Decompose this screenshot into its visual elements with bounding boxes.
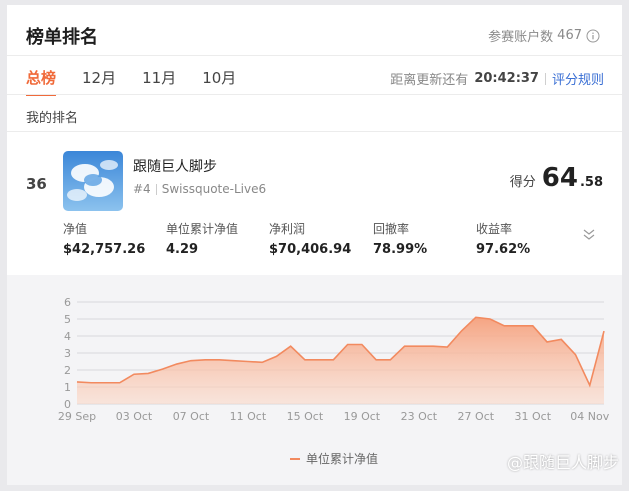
stat-drawdown: 回撤率 78.99% xyxy=(373,220,427,257)
chart-legend[interactable]: 单位累计净值 xyxy=(290,450,378,467)
update-countdown: 距离更新还有 20:42:37 评分规则 xyxy=(390,69,604,88)
tab-october[interactable]: 10月 xyxy=(202,67,236,96)
stat-label: 收益率 xyxy=(476,222,513,236)
stat-value: $70,406.94 xyxy=(269,242,352,257)
countdown-label: 距离更新还有 xyxy=(390,73,469,88)
score: 得分 64 .58 xyxy=(510,163,603,193)
ranking-panel: 榜单排名 参赛账户数 467 总榜 12月 11月 10月 距离更新还有 20:… xyxy=(7,5,622,485)
x-tick-label: 23 Oct xyxy=(401,410,438,423)
y-tick-label: 3 xyxy=(64,347,71,360)
chevron-down-icon[interactable] xyxy=(582,227,596,241)
stat-value: 78.99% xyxy=(373,242,428,257)
period-tabs: 总榜 12月 11月 10月 xyxy=(26,67,262,96)
stat-value: $42,757.26 xyxy=(63,242,146,257)
score-label: 得分 xyxy=(509,175,536,190)
tab-overall[interactable]: 总榜 xyxy=(26,67,57,96)
countdown-time: 20:42:37 xyxy=(474,71,539,86)
x-tick-label: 04 Nov xyxy=(570,410,609,423)
x-tick-label: 11 Oct xyxy=(230,410,267,423)
x-tick-label: 27 Oct xyxy=(458,410,495,423)
page-title: 榜单排名 xyxy=(26,27,98,48)
my-rank-label: 我的排名 xyxy=(26,111,79,126)
y-tick-label: 4 xyxy=(64,330,71,343)
tab-december[interactable]: 12月 xyxy=(82,67,116,96)
y-tick-label: 1 xyxy=(64,381,71,394)
watermark: @跟随巨人脚步 xyxy=(506,453,619,472)
trader-sub-separator xyxy=(155,183,157,195)
x-tick-label: 19 Oct xyxy=(344,410,381,423)
trader-badge: #4 xyxy=(133,182,151,196)
stat-label: 净利润 xyxy=(269,222,306,236)
tabs-divider xyxy=(7,94,622,95)
x-tick-label: 31 Oct xyxy=(515,410,552,423)
score-decimal: .58 xyxy=(579,175,603,190)
avatar[interactable] xyxy=(63,151,123,211)
stat-value: 4.29 xyxy=(166,242,199,257)
series-area xyxy=(77,317,604,404)
stat-label: 净值 xyxy=(63,222,88,236)
x-tick-label: 03 Oct xyxy=(116,410,153,423)
y-tick-label: 6 xyxy=(64,296,71,309)
stat-net-profit: 净利润 $70,406.94 xyxy=(269,220,351,257)
trader-account: Swissquote-Live6 xyxy=(161,182,267,196)
stat-label: 单位累计净值 xyxy=(166,222,239,236)
y-tick-label: 2 xyxy=(64,364,71,377)
info-icon[interactable] xyxy=(586,29,600,43)
countdown-separator xyxy=(544,72,546,85)
x-tick-label: 29 Sep xyxy=(58,410,96,423)
header-divider xyxy=(7,55,622,56)
scoring-rules-link[interactable]: 评分规则 xyxy=(552,69,604,88)
x-tick-label: 15 Oct xyxy=(287,410,324,423)
tab-november[interactable]: 11月 xyxy=(142,67,176,96)
stat-label: 回撤率 xyxy=(373,222,410,236)
participants-count: 参赛账户数 467 xyxy=(488,26,600,45)
myrank-divider xyxy=(7,131,622,132)
stat-net-value: 净值 $42,757.26 xyxy=(63,220,145,257)
avatar-cloud-image xyxy=(63,151,123,211)
participants-number: 467 xyxy=(557,28,582,43)
y-tick-label: 5 xyxy=(64,313,71,326)
stat-return: 收益率 97.62% xyxy=(476,220,530,257)
score-integer: 64 xyxy=(541,163,578,193)
trader-subinfo: #4 Swissquote-Live6 xyxy=(133,182,266,196)
legend-label: 单位累计净值 xyxy=(306,452,379,466)
rank-number: 36 xyxy=(26,175,47,193)
x-tick-label: 07 Oct xyxy=(173,410,210,423)
stat-unit-nav: 单位累计净值 4.29 xyxy=(166,220,238,257)
trader-name[interactable]: 跟随巨人脚步 xyxy=(133,156,217,176)
participants-label: 参赛账户数 xyxy=(488,30,554,45)
stat-value: 97.62% xyxy=(476,242,531,257)
legend-swatch xyxy=(290,457,300,460)
